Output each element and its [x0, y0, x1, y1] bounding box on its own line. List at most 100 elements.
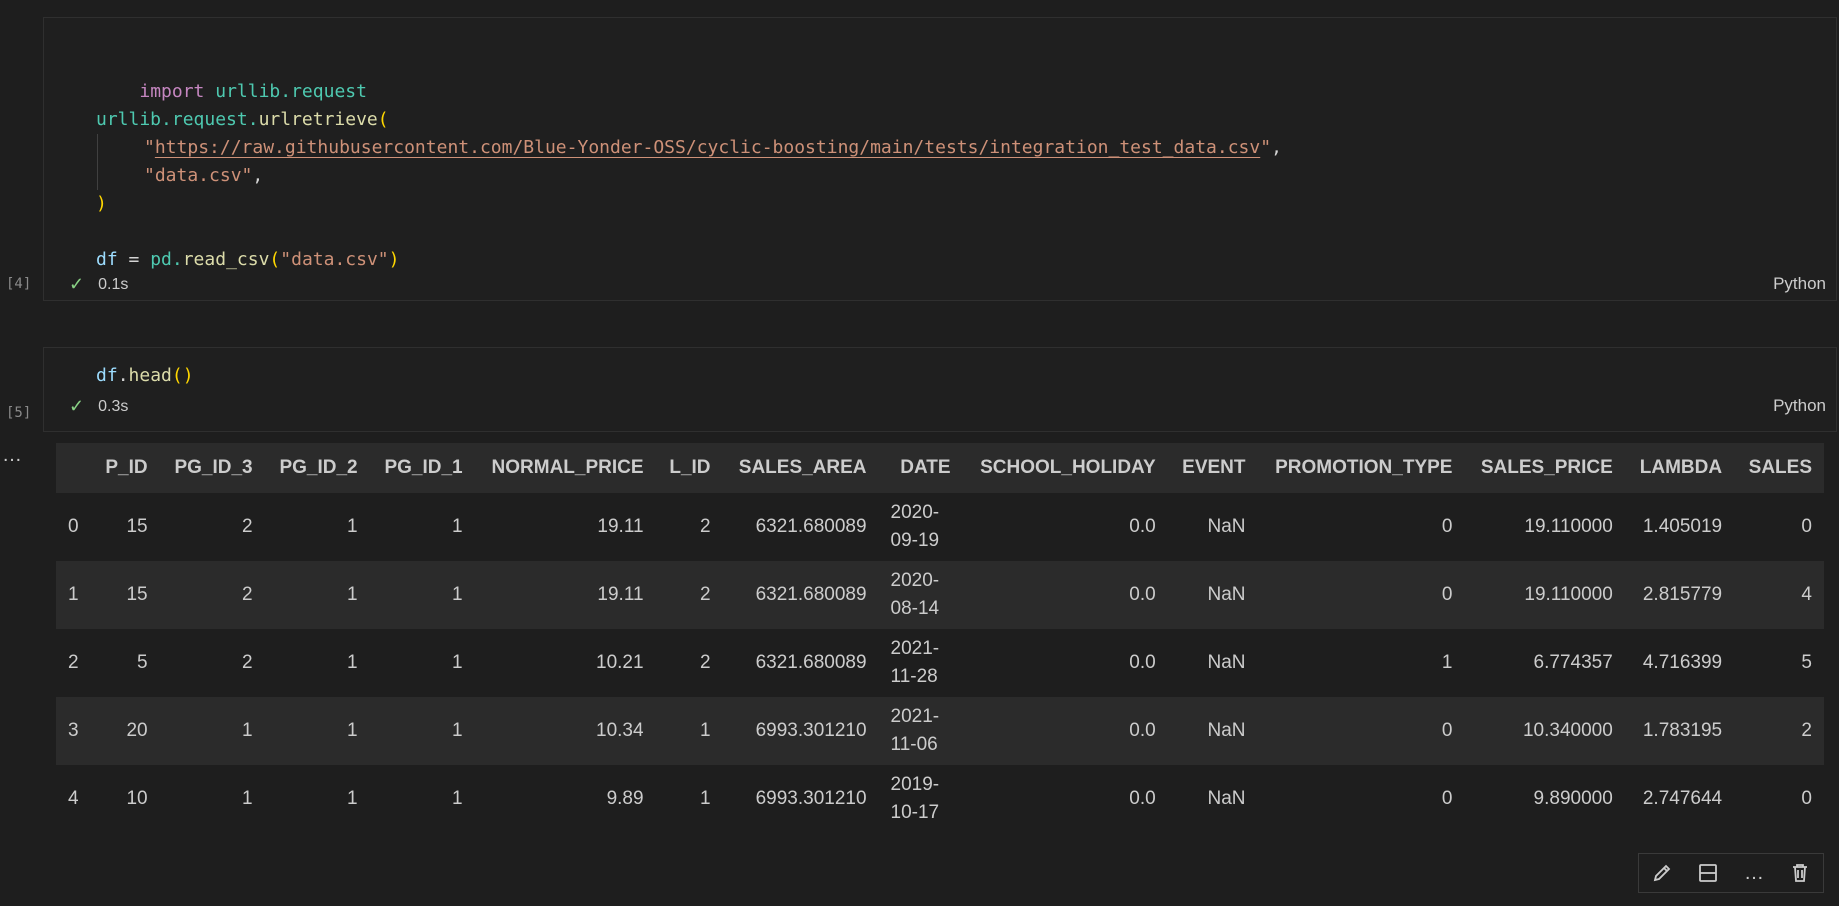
table-cell: NaN	[1167, 561, 1258, 629]
table-cell: 20	[91, 697, 160, 765]
table-cell: 5	[1734, 629, 1824, 697]
code-cell-5[interactable]: df.head() ✓ 0.3s Python	[43, 347, 1837, 432]
table-column-header: P_ID	[91, 443, 160, 493]
table-column-header: SCHOOL_HOLIDAY	[962, 443, 1168, 493]
execution-count: [5]	[6, 405, 32, 421]
table-cell: 0	[1257, 493, 1465, 561]
table-cell: 2	[159, 493, 265, 561]
code-line: df.head()	[96, 362, 194, 390]
table-cell: 2020- 08-14	[878, 561, 963, 629]
code-token: ()	[171, 365, 194, 386]
table-cell: 2	[56, 629, 92, 697]
code-line: import urllib.request	[96, 50, 367, 102]
table-cell: 0.0	[962, 493, 1168, 561]
output-more-icon[interactable]: …	[2, 444, 23, 467]
more-actions-icon[interactable]: …	[1741, 860, 1767, 886]
table-cell: 4.716399	[1624, 629, 1735, 697]
table-cell: 1	[369, 493, 475, 561]
code-token: df	[96, 249, 118, 270]
table-cell: 1	[264, 493, 370, 561]
execution-time: 0.3s	[98, 397, 129, 415]
table-cell: 2021- 11-28	[878, 629, 963, 697]
execution-time: 0.1s	[98, 275, 129, 293]
language-indicator[interactable]: Python	[1773, 396, 1826, 416]
code-token: (	[377, 109, 389, 130]
indent-guide	[97, 134, 98, 190]
table-cell: 4	[56, 765, 92, 833]
table-cell: 1	[369, 765, 475, 833]
table-column-header: PG_ID_1	[369, 443, 475, 493]
table-cell: 1	[655, 697, 723, 765]
table-cell: 6321.680089	[722, 629, 879, 697]
code-token: urlretrieve	[258, 109, 378, 130]
table-cell: 0.0	[962, 697, 1168, 765]
split-cell-icon[interactable]	[1695, 860, 1721, 886]
table-cell: 0	[56, 493, 92, 561]
table-column-header: PG_ID_3	[159, 443, 265, 493]
table-header-row: P_ID PG_ID_3 PG_ID_2 PG_ID_1 NORMAL_PRICE L_I…	[56, 443, 1824, 493]
table-column-header: LAMBDA	[1624, 443, 1735, 493]
table-cell: 9.89	[474, 765, 656, 833]
table-cell: 0.0	[962, 629, 1168, 697]
table-cell: 0	[1734, 493, 1824, 561]
table-cell: 3	[56, 697, 92, 765]
table-cell: 1	[264, 561, 370, 629]
code-line: "https://raw.githubusercontent.com/Blue-…	[144, 134, 1282, 162]
table-cell: 1	[369, 697, 475, 765]
cell-toolbar: …	[1638, 853, 1824, 893]
table-cell: 19.110000	[1464, 493, 1625, 561]
table-cell: 10.21	[474, 629, 656, 697]
table-cell: 5	[91, 629, 160, 697]
table-cell: 1	[369, 561, 475, 629]
table-cell: 1.783195	[1624, 697, 1735, 765]
table-cell: 2	[159, 561, 265, 629]
table-cell: 10.34	[474, 697, 656, 765]
table-cell: 1	[159, 697, 265, 765]
table-cell: 19.110000	[1464, 561, 1625, 629]
table-cell: NaN	[1167, 765, 1258, 833]
table-cell: 2.815779	[1624, 561, 1735, 629]
table-cell: 15	[91, 561, 160, 629]
table-cell: NaN	[1167, 697, 1258, 765]
dataframe-table: P_ID PG_ID_3 PG_ID_2 PG_ID_1 NORMAL_PRICE L_I…	[56, 443, 1824, 833]
table-cell: 0.0	[962, 765, 1168, 833]
table-cell: 2019- 10-17	[878, 765, 963, 833]
url-link[interactable]: https://raw.githubusercontent.com/Blue-Y…	[155, 137, 1260, 158]
table-cell: NaN	[1167, 493, 1258, 561]
table-cell: 1	[264, 697, 370, 765]
table-column-header: PG_ID_2	[264, 443, 370, 493]
table-column-header: SALES_AREA	[722, 443, 879, 493]
trash-icon[interactable]	[1787, 860, 1813, 886]
table-cell: 10.340000	[1464, 697, 1625, 765]
table-cell: 2021- 11-06	[878, 697, 963, 765]
language-indicator[interactable]: Python	[1773, 274, 1826, 294]
table-column-header	[56, 443, 92, 493]
code-token: .	[117, 365, 129, 386]
code-cell-4[interactable]: import urllib.request urllib.request.url…	[43, 17, 1837, 301]
code-token: "	[144, 137, 155, 158]
code-token: df	[96, 365, 118, 386]
code-token: read_csv	[182, 249, 270, 270]
pencil-icon[interactable]	[1649, 860, 1675, 886]
code-line: df = pd.read_csv("data.csv")	[96, 246, 399, 274]
table-cell: 2020- 09-19	[878, 493, 963, 561]
table-cell: 1.405019	[1624, 493, 1735, 561]
table-cell: 0	[1257, 765, 1465, 833]
table-row: 1 15 2 1 1 19.11 2 6321.680089 2020- 08-14 0.0 NaN…	[56, 561, 1824, 629]
table-cell: 2	[655, 561, 723, 629]
code-token: (	[269, 249, 281, 270]
execution-count: [4]	[6, 276, 32, 292]
table-row: 2 5 2 1 1 10.21 2 6321.680089 2021- 11-28 0.0 NaN 1…	[56, 629, 1824, 697]
table-cell: 1	[159, 765, 265, 833]
table-cell: 9.890000	[1464, 765, 1625, 833]
table-cell: 6321.680089	[722, 493, 879, 561]
table-column-header: NORMAL_PRICE	[474, 443, 656, 493]
table-column-header: EVENT	[1167, 443, 1258, 493]
table-cell: 1	[264, 629, 370, 697]
table-cell: 0.0	[962, 561, 1168, 629]
table-column-header: DATE	[878, 443, 963, 493]
code-token: urllib.request.	[96, 109, 259, 130]
table-cell: 2	[159, 629, 265, 697]
table-cell: 1	[56, 561, 92, 629]
table-row: 3 20 1 1 1 10.34 1 6993.301210 2021- 11-06 0.0 NaN…	[56, 697, 1824, 765]
